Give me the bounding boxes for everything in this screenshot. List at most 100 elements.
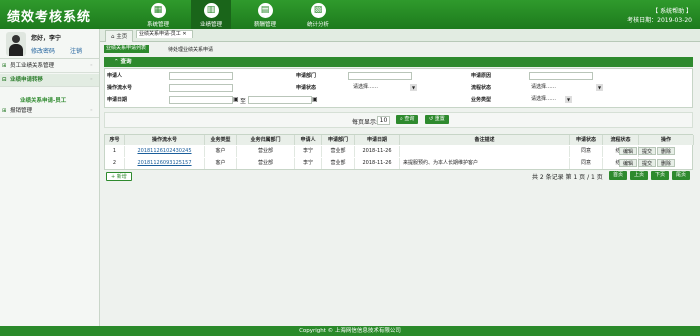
label-flow-no: 操作流水号 <box>107 85 133 91</box>
table-cell: 来提服预约、为本人长期维护客户 <box>400 158 570 169</box>
nav-system[interactable]: ▦ 系统管理 <box>138 0 178 29</box>
nav-performance[interactable]: ▥ 业绩管理 <box>191 0 231 29</box>
query-form: 申请人 申请部门 申请原因 操作流水号 申请状态 请选择…… ▼ 流程状态 请选择… <box>104 68 693 108</box>
assessment-date: 考核日期：2019-03-20 <box>627 17 692 24</box>
sidebar: 您好，李宁 修改密码 注销 ⊞ 员工业绩关系管理 ◦ ⊟ 业绩申请转移 ◦ ⊞ 报销管理 ◦ <box>0 29 100 326</box>
user-box: 您好，李宁 修改密码 注销 <box>0 29 100 59</box>
table-cell: 同意 <box>570 146 603 157</box>
last-page-button[interactable]: 尾页 <box>672 171 691 180</box>
change-password-link[interactable]: 修改密码 <box>31 46 55 55</box>
chevron-icon: ◦ <box>89 77 93 83</box>
biz-type-select[interactable]: 请选择…… ▼ <box>529 96 572 104</box>
panel-title: 查询 <box>120 59 132 65</box>
tab-label: 业绩关系申请-员工 ✕ <box>139 31 187 37</box>
calendar-icon[interactable]: ▣ <box>312 96 318 103</box>
label-flow-status: 流程状态 <box>471 85 492 91</box>
menu-label: 员工业绩关系管理 <box>10 63 55 69</box>
date-to-label: 至 <box>240 98 247 105</box>
menu-item-relations[interactable]: ⊞ 员工业绩关系管理 ◦ <box>0 60 99 73</box>
submenu-item-apply[interactable]: 业绩关系申请-员工 <box>20 96 66 104</box>
menu-item-reimburse[interactable]: ⊞ 报销管理 ◦ <box>0 105 99 118</box>
nav-salary[interactable]: ▤ 薪酬管理 <box>245 0 285 29</box>
table-cell <box>400 146 570 157</box>
column-header: 申请人 <box>295 135 322 145</box>
table-cell: 营业部 <box>237 158 295 169</box>
select-value: 请选择…… <box>531 84 557 90</box>
subtab-list[interactable]: 业绩关系申请列表 <box>104 45 150 53</box>
table-cell: 2 <box>105 158 125 169</box>
logout-link[interactable]: 注销 <box>70 46 82 55</box>
first-page-button[interactable]: 首页 <box>609 171 628 180</box>
table-cell: 李宁 <box>295 146 322 157</box>
tab-label: 主页 <box>116 34 128 40</box>
label-dept: 申请部门 <box>296 73 317 79</box>
next-page-button[interactable]: 下页 <box>651 171 670 180</box>
flow-no-link[interactable]: 20181126102430245 <box>125 146 205 157</box>
table-cell: 营业部 <box>322 158 355 169</box>
flow-status-select[interactable]: 请选择…… ▼ <box>529 84 603 92</box>
column-header: 申请日期 <box>355 135 400 145</box>
submit-button[interactable]: 提交 <box>638 147 657 155</box>
edit-button[interactable]: 编辑 <box>619 159 638 167</box>
label-biz-type: 业务类型 <box>471 97 492 103</box>
delete-button[interactable]: 删除 <box>657 147 676 155</box>
minus-icon: ⊟ <box>2 77 7 83</box>
table-cell: 2018-11-26 <box>355 158 400 169</box>
status-select[interactable]: 请选择…… ▼ <box>351 84 417 92</box>
query-button[interactable]: ⌕ 查询 <box>396 115 419 124</box>
tab-home[interactable]: ⌂ 主页 <box>105 30 134 42</box>
table-cell: 客户 <box>205 146 237 157</box>
nav-label: 系统管理 <box>146 22 169 28</box>
table-cell: 营业部 <box>237 146 295 157</box>
chevron-down-icon: ▼ <box>596 84 603 91</box>
chevron-down-icon: ▼ <box>410 84 417 91</box>
top-bar <box>0 0 700 29</box>
column-header: 业务类型 <box>205 135 237 145</box>
column-header: 操作流水号 <box>125 135 205 145</box>
applicant-input[interactable] <box>169 72 233 80</box>
chevron-down-icon: ▼ <box>565 96 572 103</box>
flow-no-link[interactable]: 20181126093125157 <box>125 158 205 169</box>
per-page-label: 每页显示: <box>352 119 379 126</box>
plus-icon: ⊞ <box>2 63 7 69</box>
date-to-input[interactable] <box>248 96 312 104</box>
reason-input[interactable] <box>529 72 593 80</box>
query-panel-header[interactable]: ⌃ 查询 <box>104 57 693 67</box>
nav-label: 业绩管理 <box>199 22 222 28</box>
delete-button[interactable]: 删除 <box>657 159 676 167</box>
date-from-input[interactable] <box>169 96 233 104</box>
tab-apply[interactable]: 业绩关系申请-员工 ✕ <box>136 30 193 38</box>
subtab-pending[interactable]: 待处理业绩关系申请 <box>165 45 216 55</box>
menu-item-transfer[interactable]: ⊟ 业绩申请转移 ◦ <box>0 74 99 87</box>
edit-button[interactable]: 编辑 <box>619 147 638 155</box>
column-header: 操作 <box>639 135 694 145</box>
table-cell: 同意 <box>570 158 603 169</box>
prev-page-button[interactable]: 上页 <box>630 171 649 180</box>
reset-button[interactable]: ↺ 重置 <box>425 115 449 124</box>
label-date: 申请日期 <box>107 97 128 103</box>
flow-no-input[interactable] <box>169 84 233 92</box>
label-applicant: 申请人 <box>107 73 123 79</box>
pager: 共 2 条记录 第 1 页 / 1 页 首页 上页 下页 尾页 <box>104 170 693 182</box>
grid-icon: ▦ <box>150 3 166 18</box>
submit-button[interactable]: 提交 <box>638 159 657 167</box>
calendar-icon[interactable]: ▣ <box>233 96 239 103</box>
table-cell: 1 <box>105 146 125 157</box>
nav-label: 统计分析 <box>306 22 329 28</box>
column-header: 业务归属部门 <box>237 135 295 145</box>
chevron-icon: ◦ <box>89 108 93 114</box>
nav-label: 薪酬管理 <box>253 22 276 28</box>
column-header: 申请状态 <box>570 135 603 145</box>
per-page-input[interactable]: 10 <box>377 116 390 125</box>
button-label: 查询 <box>404 116 415 122</box>
help-link[interactable]: 【 系统帮助 】 <box>652 6 692 15</box>
select-value: 请选择…… <box>531 96 557 102</box>
home-icon: ⌂ <box>111 34 115 40</box>
label-reason: 申请原因 <box>471 73 492 79</box>
select-value: 请选择…… <box>353 84 379 90</box>
dept-input[interactable] <box>348 72 412 80</box>
column-header: 序号 <box>105 135 125 145</box>
column-header: 备注描述 <box>400 135 570 145</box>
wallet-icon: ▤ <box>257 3 273 18</box>
nav-stats[interactable]: ▧ 统计分析 <box>298 0 338 29</box>
